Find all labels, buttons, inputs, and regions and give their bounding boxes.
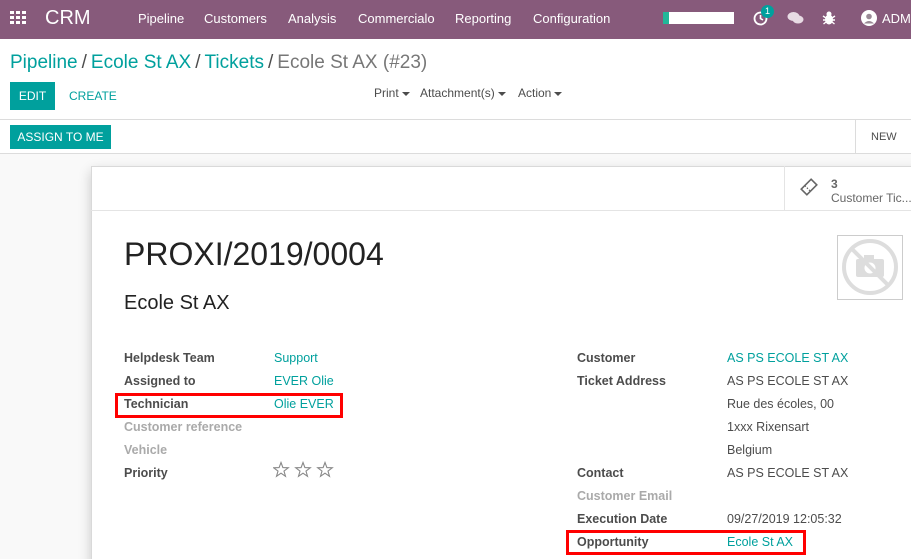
assigned-to-value[interactable]: EVER Olie xyxy=(274,374,334,388)
divider xyxy=(0,119,911,120)
customer-reference-label: Customer reference xyxy=(124,420,243,434)
ticket-address-label: Ticket Address xyxy=(577,374,666,388)
no-camera-icon xyxy=(842,239,898,295)
execution-date-label: Execution Date xyxy=(577,512,668,526)
onboarding-progress-bar[interactable] xyxy=(663,12,734,24)
user-avatar-icon xyxy=(864,13,874,24)
priority-star-icon[interactable] xyxy=(294,461,312,478)
assigned-to-label: Assigned to xyxy=(124,374,196,388)
activity-count-badge: 1 xyxy=(761,5,774,18)
partner-title: Ecole St AX xyxy=(124,292,230,314)
breadcrumb: Pipeline / Ecole St AX / Tickets / Ecole St AX… xyxy=(10,52,427,74)
app-brand[interactable]: CRM xyxy=(45,7,91,30)
helpdesk-team-label: Helpdesk Team xyxy=(124,351,215,365)
technician-highlight-box xyxy=(115,393,343,418)
menu-commercialo[interactable]: Commercialo xyxy=(358,11,435,26)
edit-button[interactable]: EDIT xyxy=(10,82,55,110)
divider xyxy=(855,120,856,153)
menu-customers[interactable]: Customers xyxy=(204,11,267,26)
print-dropdown[interactable]: Print xyxy=(374,86,410,100)
breadcrumb-pipeline[interactable]: Pipeline xyxy=(10,52,78,73)
ticket-address-line-4: Belgium xyxy=(727,443,773,457)
create-button[interactable]: CREATE xyxy=(69,89,117,103)
assign-to-me-button[interactable]: ASSIGN TO ME xyxy=(10,125,111,149)
priority-stars xyxy=(273,461,334,478)
priority-star-icon[interactable] xyxy=(273,461,290,478)
contact-label: Contact xyxy=(577,466,624,480)
customer-label: Customer xyxy=(577,351,636,365)
breadcrumb-separator: / xyxy=(81,52,87,73)
breadcrumb-separator: / xyxy=(267,52,274,73)
ticket-address-line-1: AS PS ECOLE ST AX xyxy=(727,374,849,388)
caret-down-icon xyxy=(401,91,410,96)
ticket-icon xyxy=(800,178,818,196)
menu-analysis[interactable]: Analysis xyxy=(288,11,336,26)
breadcrumb-current: Ecole St AX (#23) xyxy=(277,52,428,73)
ticket-address-line-2: Rue des écoles, 00 xyxy=(727,397,835,411)
caret-down-icon xyxy=(497,91,506,96)
image-placeholder[interactable] xyxy=(837,235,903,300)
apps-menu-icon[interactable] xyxy=(10,11,27,25)
contact-value[interactable]: AS PS ECOLE ST AX xyxy=(727,466,848,480)
breadcrumb-separator: / xyxy=(195,52,201,73)
customer-email-label: Customer Email xyxy=(577,489,673,503)
action-label: Action xyxy=(518,86,552,100)
menu-reporting[interactable]: Reporting xyxy=(455,11,511,26)
customer-tickets-label: Customer Tic... xyxy=(831,191,911,205)
execution-date-value[interactable]: 09/27/2019 12:05:32 xyxy=(727,512,842,526)
menu-pipeline[interactable]: Pipeline xyxy=(138,11,184,26)
vehicle-label: Vehicle xyxy=(124,443,168,457)
breadcrumb-ecole-st-ax[interactable]: Ecole St AX xyxy=(91,52,191,73)
ticket-address-line-3: 1xxx Rixensart xyxy=(727,420,809,434)
user-avatar[interactable] xyxy=(861,10,877,26)
stage-new[interactable]: NEW xyxy=(871,131,897,143)
menu-configuration[interactable]: Configuration xyxy=(533,11,610,26)
top-navbar: CRM Pipeline Customers Analysis Commerci… xyxy=(0,0,911,39)
print-label: Print xyxy=(374,86,399,100)
user-name[interactable]: ADM xyxy=(882,11,911,26)
action-dropdown[interactable]: Action xyxy=(518,86,563,100)
priority-label: Priority xyxy=(124,466,168,480)
breadcrumb-tickets[interactable]: Tickets xyxy=(205,52,264,73)
priority-star-icon[interactable] xyxy=(316,461,334,478)
opportunity-highlight-box xyxy=(566,530,806,555)
attachments-label: Attachment(s) xyxy=(420,86,495,100)
customer-value[interactable]: AS PS ECOLE ST AX xyxy=(727,351,848,365)
helpdesk-team-value[interactable]: Support xyxy=(274,351,318,365)
progress-fill xyxy=(663,12,669,24)
customer-tickets-count: 3 xyxy=(831,177,838,191)
ticket-name: PROXI/2019/0004 xyxy=(124,236,384,272)
caret-down-icon xyxy=(554,91,563,96)
bug-icon[interactable] xyxy=(822,10,836,26)
chat-bubbles-icon[interactable] xyxy=(787,11,804,25)
attachments-dropdown[interactable]: Attachment(s) xyxy=(420,86,506,100)
